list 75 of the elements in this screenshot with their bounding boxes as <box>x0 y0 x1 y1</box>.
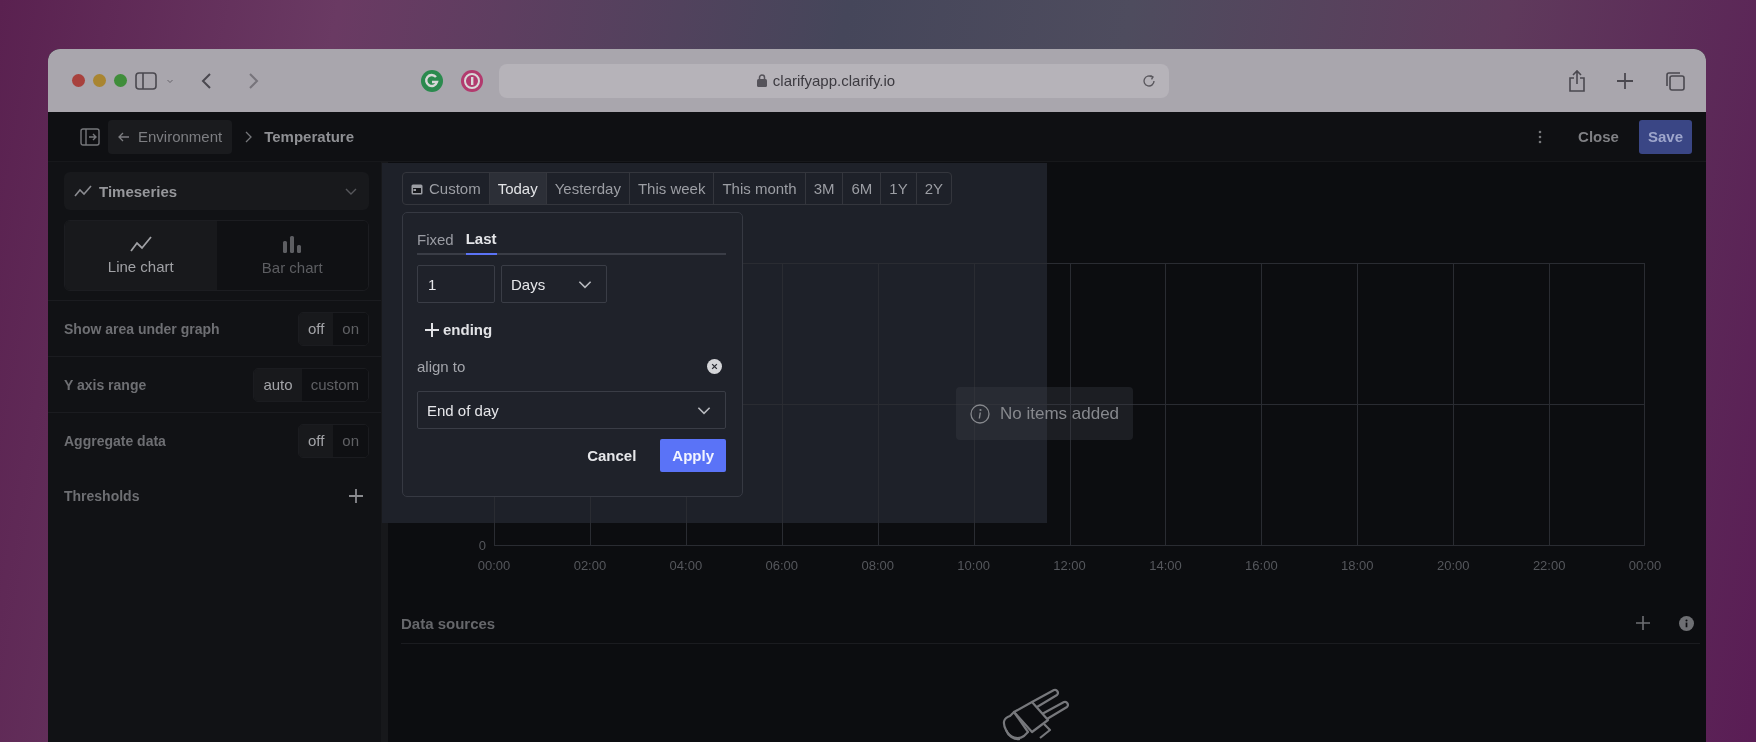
align-dropdown[interactable]: End of day <box>417 391 726 429</box>
arrow-left-icon <box>118 131 130 142</box>
panel-toggle-icon[interactable] <box>80 127 100 146</box>
time-range-option[interactable]: Today <box>489 173 547 204</box>
close-button[interactable]: Close <box>1568 119 1629 154</box>
axis-label: 12:00 <box>1052 558 1087 573</box>
plus-icon[interactable] <box>1636 616 1650 630</box>
setting-label: Aggregate data <box>64 432 166 449</box>
address-bar[interactable]: clarifyapp.clarify.io <box>499 63 1169 98</box>
axis-label: 06:00 <box>764 558 800 573</box>
share-icon[interactable] <box>1568 68 1586 93</box>
url-text: clarifyapp.clarify.io <box>772 72 896 89</box>
apply-button[interactable]: Apply <box>660 439 726 472</box>
extension-icon[interactable] <box>420 68 444 93</box>
back-button[interactable]: Environment <box>108 119 233 154</box>
plus-icon[interactable] <box>1616 71 1634 90</box>
chevron-right-icon <box>244 130 253 143</box>
toggle-option[interactable]: off <box>298 312 334 345</box>
password-manager-icon[interactable] <box>460 68 484 93</box>
axis-label: 00:00 <box>476 558 512 573</box>
plus-icon[interactable] <box>349 488 363 503</box>
axis-label: 20:00 <box>1435 558 1471 573</box>
unit-dropdown[interactable]: Days <box>501 265 607 303</box>
axis-label: 08:00 <box>860 558 895 573</box>
dropdown-value: Timeseries <box>99 182 178 200</box>
tab[interactable]: Last <box>465 223 497 255</box>
time-range-option[interactable]: 3M <box>805 173 844 204</box>
clear-icon[interactable] <box>707 359 722 374</box>
time-range-option[interactable]: 2Y <box>916 173 952 204</box>
reload-icon[interactable] <box>1141 72 1157 89</box>
visualization-dropdown[interactable]: Timeseries <box>64 172 369 210</box>
time-range-option[interactable]: 1Y <box>881 173 917 204</box>
time-range-option[interactable]: Yesterday <box>546 173 630 204</box>
time-range-option[interactable]: 6M <box>843 173 882 204</box>
close-button[interactable] <box>72 74 85 87</box>
time-range-option[interactable]: This week <box>629 173 715 204</box>
add-ending-button[interactable]: ending <box>417 315 501 344</box>
axis-label: 22:00 <box>1531 558 1567 573</box>
cancel-button[interactable]: Cancel <box>577 439 647 472</box>
axis-label: 04:00 <box>668 558 704 573</box>
axis-label: 00:00 <box>1627 558 1663 573</box>
axis-label: 16:00 <box>1244 558 1279 573</box>
chart-type-option[interactable]: Line chart <box>65 221 217 290</box>
plus-icon <box>425 322 439 337</box>
sidebar-icon[interactable] <box>135 71 157 90</box>
info-icon[interactable] <box>1679 615 1694 631</box>
toggle-option[interactable]: auto <box>254 368 302 401</box>
axis-label: 18:00 <box>1340 558 1375 573</box>
tabs-icon[interactable] <box>1664 69 1686 92</box>
forward-icon[interactable] <box>247 71 259 90</box>
more-options-icon[interactable] <box>1538 129 1543 144</box>
time-range-option[interactable]: Custom <box>403 173 490 204</box>
axis-label: 0 <box>478 539 486 553</box>
toggle-option[interactable]: off <box>298 424 334 457</box>
axis-label: 14:00 <box>1148 558 1183 573</box>
back-icon[interactable] <box>201 71 213 90</box>
setting-label: Thresholds <box>64 487 140 504</box>
calendar-icon <box>411 182 423 195</box>
line-chart-icon <box>129 236 152 252</box>
axis-label: 02:00 <box>572 558 608 573</box>
bar-chart-icon <box>281 235 304 253</box>
time-range-option[interactable]: This month <box>714 173 806 204</box>
save-button[interactable]: Save <box>1638 119 1692 154</box>
number-field[interactable]: 1 <box>417 265 495 303</box>
axis-label: 10:00 <box>956 558 991 573</box>
setting-label: Show area under graph <box>64 320 220 337</box>
field-label: align to <box>417 358 466 375</box>
setting-label: Y axis range <box>64 376 147 393</box>
info-icon <box>970 403 990 424</box>
breadcrumb-title: Temperature <box>264 128 354 145</box>
trend-line-icon <box>74 185 92 197</box>
lock-icon <box>756 74 767 87</box>
tab[interactable]: Fixed <box>417 223 454 255</box>
section-title: Data sources <box>401 614 496 632</box>
message-text: No items added <box>1000 403 1120 424</box>
